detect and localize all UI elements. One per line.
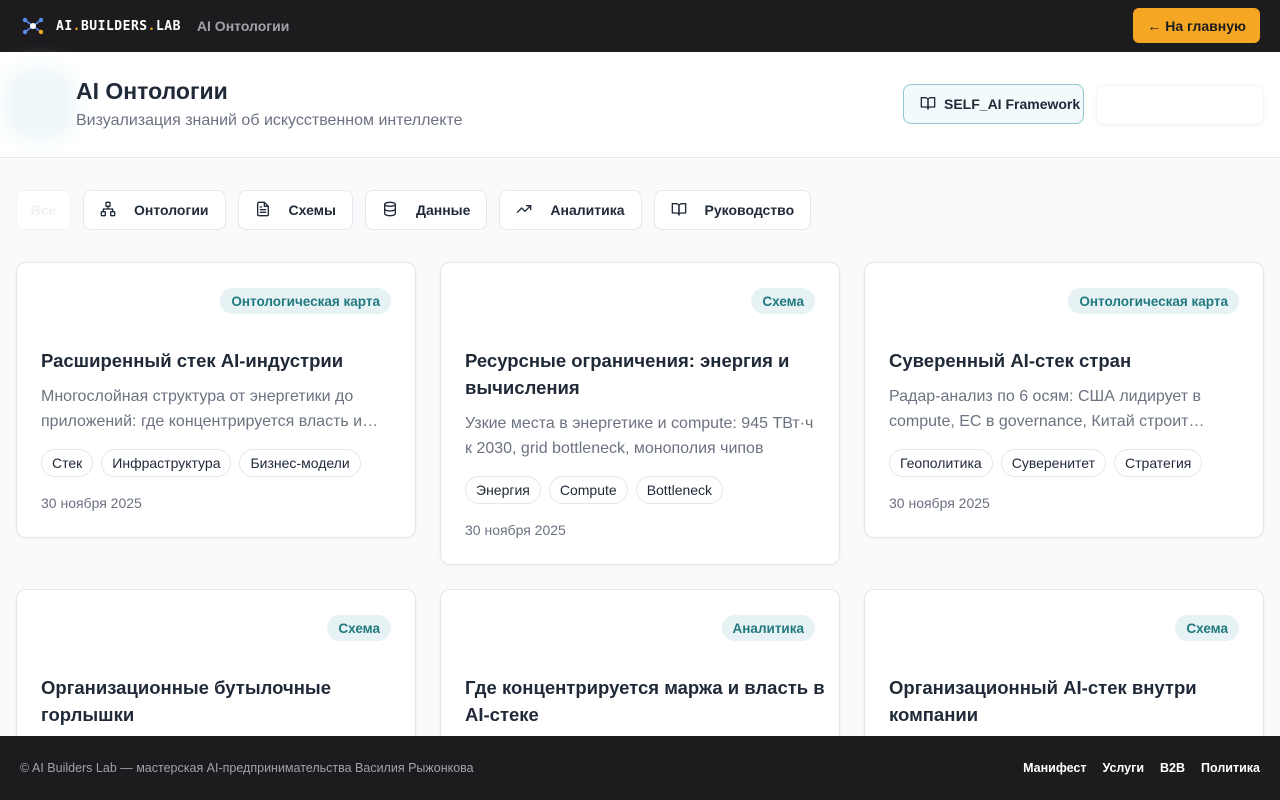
card-title: Расширенный стек AI-индустрии: [41, 350, 344, 371]
footer-copyright: © AI Builders Lab — мастерская AI-предпр…: [20, 761, 474, 775]
filter-label: Данные: [416, 202, 471, 218]
card-title: Ресурсные ограничения: энергия и вычисле…: [465, 350, 790, 398]
footer-link-b2b[interactable]: B2B: [1160, 761, 1185, 775]
card-date: 30 ноября 2025: [465, 522, 566, 538]
page-subtitle: Визуализация знаний об искусственном инт…: [76, 112, 463, 129]
tag[interactable]: Bottleneck: [635, 476, 724, 504]
tag[interactable]: Бизнес-модели: [239, 449, 361, 477]
filter-label: Аналитика: [550, 202, 625, 218]
framework-button[interactable]: SELF_AI Framework: [903, 84, 1084, 124]
card-date: 30 ноября 2025: [889, 495, 990, 511]
document-icon: [255, 201, 271, 220]
card-badge: Схема: [1175, 615, 1239, 641]
trending-up-icon: [516, 201, 532, 220]
tag[interactable]: Compute: [548, 476, 628, 504]
tag[interactable]: Стратегия: [1114, 449, 1203, 477]
card-title: Организационный AI-стек внутри компании: [889, 677, 1197, 725]
breadcrumb[interactable]: AI Онтологии: [197, 18, 289, 34]
card-badge: Схема: [751, 288, 815, 314]
logo[interactable]: AI.BUILDERS.LAB: [20, 13, 181, 39]
filter-label: Руководство: [704, 202, 795, 218]
book-icon: [920, 95, 936, 114]
filter-data[interactable]: Данные: [365, 190, 488, 230]
tag[interactable]: Инфраструктура: [101, 449, 232, 477]
card-description: Радар-анализ по 6 осям: США лидирует в c…: [889, 388, 1205, 430]
card-badge: Онтологическая карта: [1068, 288, 1239, 314]
page-header: AI Онтологии Визуализация знаний об иску…: [0, 52, 1280, 158]
footer-link-manifesto[interactable]: Манифест: [1023, 761, 1086, 775]
card-date: 30 ноября 2025: [41, 495, 142, 511]
card-tags: Стек Инфраструктура Бизнес-модели: [41, 449, 361, 477]
card-tags: Энергия Compute Bottleneck: [465, 476, 724, 504]
footer-link-services[interactable]: Услуги: [1102, 761, 1144, 775]
filter-guide[interactable]: Руководство: [653, 190, 812, 230]
hierarchy-icon: [100, 201, 116, 220]
filter-bar: Все Онтологии Схемы Данные Аналитика Рук…: [16, 190, 812, 230]
filter-label: Все: [30, 202, 57, 218]
page-title: AI Онтологии: [76, 78, 228, 104]
card-title: Организационные бутылочные горлышки: [41, 677, 332, 725]
tag[interactable]: Энергия: [465, 476, 541, 504]
filter-analytics[interactable]: Аналитика: [499, 190, 642, 230]
footer: © AI Builders Lab — мастерская AI-предпр…: [0, 736, 1280, 800]
logo-text: AI.BUILDERS.LAB: [56, 18, 181, 34]
secondary-button[interactable]: [1096, 85, 1264, 125]
card-badge: Онтологическая карта: [220, 288, 391, 314]
header-glow-icon: [16, 80, 64, 128]
card-resource-constraints[interactable]: Схема Ресурсные ограничения: энергия и в…: [440, 262, 840, 565]
tag[interactable]: Стек: [41, 449, 94, 477]
card-title: Суверенный AI-стек стран: [889, 350, 1132, 371]
tag[interactable]: Суверенитет: [1000, 449, 1107, 477]
filter-label: Схемы: [288, 202, 336, 218]
card-badge: Схема: [327, 615, 391, 641]
filter-label: Онтологии: [134, 202, 209, 218]
tag[interactable]: Геополитика: [889, 449, 993, 477]
database-icon: [382, 201, 398, 220]
card-description: Многослойная структура от энергетики до …: [41, 388, 379, 430]
top-bar: AI.BUILDERS.LAB AI Онтологии ← На главну…: [0, 0, 1280, 52]
footer-links: Манифест Услуги B2B Политика: [1023, 761, 1260, 775]
framework-button-label: SELF_AI Framework: [944, 96, 1081, 112]
home-button[interactable]: ← На главную: [1133, 8, 1260, 43]
card-sovereign-ai-stack[interactable]: Онтологическая карта Суверенный AI-стек …: [864, 262, 1264, 538]
card-title: Где концентрируется маржа и власть в AI-…: [465, 677, 825, 725]
card-ai-industry-stack[interactable]: Онтологическая карта Расширенный стек AI…: [16, 262, 416, 538]
footer-link-policy[interactable]: Политика: [1201, 761, 1260, 775]
card-description: Узкие места в энергетике и compute: 945 …: [465, 415, 814, 457]
card-tags: Геополитика Суверенитет Стратегия: [889, 449, 1203, 477]
network-logo-icon: [20, 13, 46, 39]
card-badge: Аналитика: [721, 615, 815, 641]
book-icon: [671, 201, 687, 220]
filter-schemes[interactable]: Схемы: [237, 190, 353, 230]
filter-all[interactable]: Все: [16, 190, 71, 230]
filter-ontologies[interactable]: Онтологии: [83, 190, 226, 230]
